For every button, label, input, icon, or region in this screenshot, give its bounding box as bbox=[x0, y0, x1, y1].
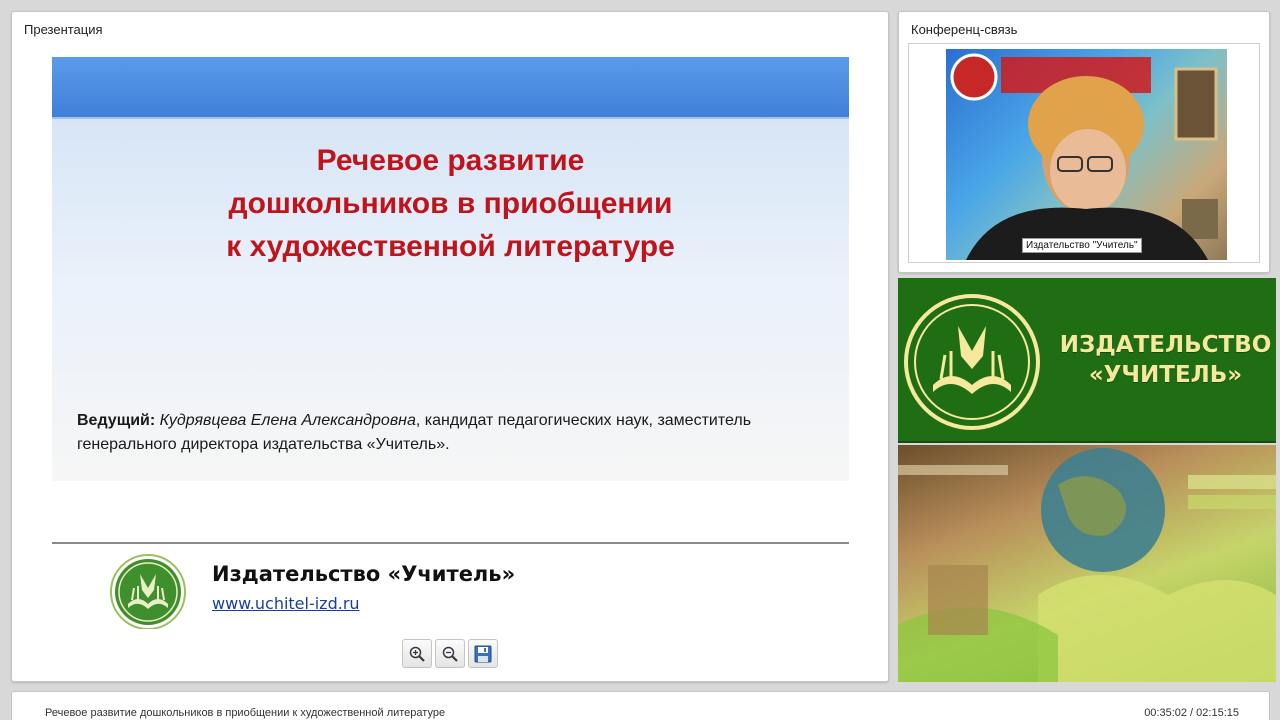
banner-line-2: «УЧИТЕЛЬ» bbox=[1088, 362, 1243, 388]
slide-publisher-link[interactable]: www.uchitel-izd.ru bbox=[212, 594, 360, 613]
presentation-panel-title: Презентация bbox=[24, 22, 103, 37]
slide-header-bar bbox=[52, 57, 849, 119]
conference-panel: Конференц-связь Издательство "Учитель" bbox=[898, 11, 1270, 273]
slide-title-line-1: Речевое развитие bbox=[316, 144, 585, 177]
zoom-out-icon bbox=[442, 646, 458, 662]
save-button[interactable] bbox=[468, 639, 498, 668]
slide-presenter-info: Ведущий: Кудрявцева Елена Александровна,… bbox=[77, 409, 837, 457]
slide-publisher-name: Издательство «Учитель» bbox=[212, 562, 516, 586]
footer-bar: Речевое развитие дошкольников в приобщен… bbox=[11, 691, 1270, 720]
presenter-name: Кудрявцева Елена Александровна bbox=[159, 412, 416, 429]
playback-time: 00:35:02 / 02:15:15 bbox=[1144, 707, 1239, 719]
video-frame: Издательство "Учитель" bbox=[908, 43, 1260, 263]
save-icon bbox=[474, 645, 492, 662]
zoom-in-icon bbox=[409, 646, 425, 662]
publisher-banner-text: ИЗДАТЕЛЬСТВО «УЧИТЕЛЬ» bbox=[1058, 330, 1273, 390]
publisher-logo-icon bbox=[110, 554, 186, 629]
presenter-label: Ведущий: bbox=[77, 412, 156, 429]
publisher-banner-logo-icon bbox=[904, 294, 1040, 430]
slide-title-line-2: дошкольников в приобщении bbox=[228, 187, 673, 220]
presentation-toolbar bbox=[402, 639, 498, 669]
zoom-in-button[interactable] bbox=[402, 639, 432, 668]
webcam-video[interactable]: Издательство "Учитель" bbox=[946, 49, 1227, 260]
presentation-slide: Речевое развитие дошкольников в приобщен… bbox=[47, 57, 853, 629]
video-caption: Издательство "Учитель" bbox=[1022, 238, 1142, 253]
zoom-out-button[interactable] bbox=[435, 639, 465, 668]
globe-books-icon bbox=[898, 448, 1276, 682]
presentation-panel: Презентация Речевое развитие дошкольнико… bbox=[11, 11, 889, 682]
publisher-banner: ИЗДАТЕЛЬСТВО «УЧИТЕЛЬ» bbox=[898, 278, 1276, 443]
speaker-silhouette-icon bbox=[950, 53, 1218, 260]
books-globe-image bbox=[898, 445, 1276, 682]
banner-line-1: ИЗДАТЕЛЬСТВО bbox=[1059, 332, 1272, 358]
slide-title-line-3: к художественной литературе bbox=[226, 230, 675, 263]
conference-panel-title: Конференц-связь bbox=[911, 22, 1018, 37]
slide-title: Речевое развитие дошкольников в приобщен… bbox=[87, 139, 814, 268]
slide-divider bbox=[52, 542, 849, 544]
footer-title: Речевое развитие дошкольников в приобщен… bbox=[45, 707, 446, 719]
